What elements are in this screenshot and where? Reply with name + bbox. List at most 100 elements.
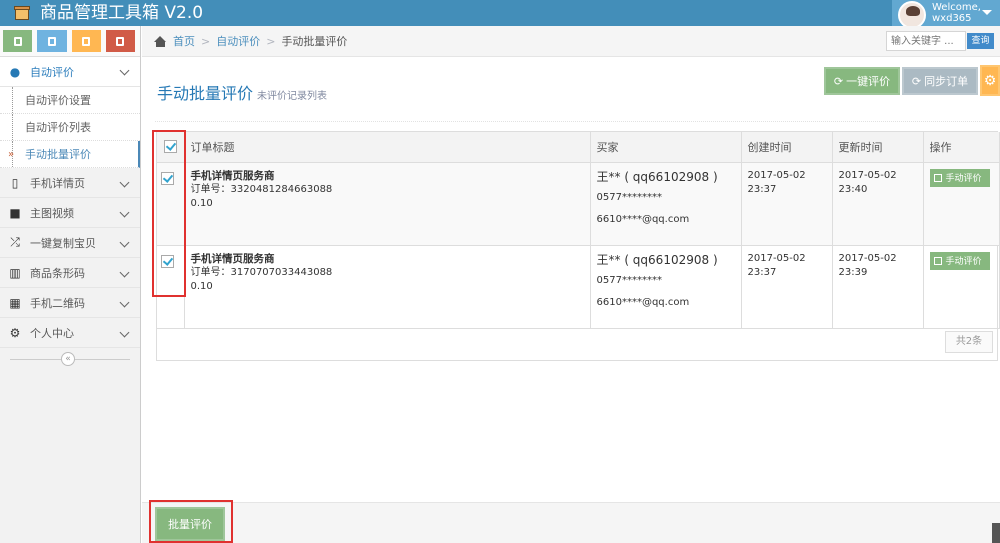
sidebar-item-auto-review[interactable]: ● 自动评价	[0, 57, 140, 87]
page-title-text: 手动批量评价	[157, 84, 254, 103]
username: wxd365	[932, 13, 972, 24]
buyer-email: 6610****@qq.com	[596, 213, 690, 225]
chevron-down-icon	[119, 207, 130, 218]
order-title-cell: 手机详情页服务商 订单号：3320481284663088 0.10	[184, 162, 591, 246]
avatar	[898, 1, 926, 29]
qrcode-icon: ▦	[9, 295, 21, 310]
buyer-name: 王** ( qq66102908 )	[596, 169, 718, 184]
sync-orders-label: 同步订单	[924, 75, 969, 88]
sidebar-subitem-review-list[interactable]: 自动评价列表	[0, 114, 140, 141]
table-row: 手机详情页服务商 订单号：3320481284663088 0.10 王** (…	[157, 162, 1000, 246]
shortcut-signal-button[interactable]	[3, 30, 33, 52]
order-title-cell: 手机详情页服务商 订单号：3170707033443088 0.10	[184, 245, 591, 329]
created-date: 2017-05-02	[747, 252, 806, 264]
footer-bar	[142, 502, 1000, 543]
column-header-title[interactable]: 订单标题	[184, 132, 591, 163]
sidebar-collapse-button[interactable]: «	[61, 352, 75, 366]
table-header-row: 订单标题 买家 创建时间 更新时间 操作	[157, 132, 1000, 163]
breadcrumb-home-link[interactable]: 首页	[173, 33, 195, 49]
sidebar-subitem-manual-batch-review[interactable]: » 手动批量评价	[0, 141, 140, 168]
chevron-down-icon	[119, 65, 130, 76]
sidebar-item-label: 主图视频	[30, 206, 74, 220]
refresh-icon: ⟳	[833, 74, 844, 88]
one-key-review-button[interactable]: ⟳ 一键评价	[824, 67, 900, 95]
chevron-down-icon	[119, 177, 130, 188]
sidebar-item-main-video[interactable]: ■ 主图视频	[0, 198, 140, 228]
total-count: 共2条	[945, 331, 993, 353]
column-header-updated[interactable]: 更新时间	[832, 132, 924, 163]
sidebar-item-label: 自动评价	[30, 65, 74, 79]
order-title: 手机详情页服务商	[190, 169, 275, 182]
sidebar-subitem-label: 自动评价设置	[25, 94, 91, 107]
app-brand[interactable]: 商品管理工具箱 V2.0	[14, 0, 203, 26]
breadcrumb-separator: >	[201, 34, 211, 48]
sidebar-item-personal-center[interactable]: ⚙ 个人中心	[0, 318, 140, 348]
chevron-down-icon	[119, 237, 130, 248]
order-no-label: 订单号：	[190, 266, 231, 278]
created-time: 23:37	[747, 183, 777, 195]
one-key-review-label: 一键评价	[846, 75, 891, 88]
breadcrumb-auto-review-link[interactable]: 自动评价	[216, 33, 260, 49]
highlight-box-checkboxes	[152, 130, 186, 297]
manual-review-label: 手动评价	[945, 174, 982, 184]
created-date: 2017-05-02	[747, 169, 806, 181]
buyer-cell: 王** ( qq66102908 ) 0577******** 6610****…	[590, 245, 742, 329]
settings-button[interactable]: ⚙	[980, 65, 1000, 96]
sidebar-submenu: 自动评价设置 自动评价列表 » 手动批量评价	[0, 87, 140, 168]
column-header-action: 操作	[923, 132, 1000, 163]
buyer-email: 6610****@qq.com	[596, 296, 690, 308]
caret-down-icon	[982, 10, 992, 15]
shuffle-icon: ⤮	[10, 235, 20, 249]
created-cell: 2017-05-02 23:37	[741, 162, 833, 246]
shortcut-pencil-button[interactable]	[37, 30, 67, 52]
mobile-icon: ▯	[11, 175, 19, 190]
sync-orders-button[interactable]: ⟳ 同步订单	[902, 67, 978, 95]
manual-review-button[interactable]: 手动评价	[929, 168, 990, 187]
breadcrumb: 首页 > 自动评价 > 手动批量评价 查询	[142, 26, 1000, 57]
updated-date: 2017-05-02	[838, 169, 897, 181]
chevron-down-icon	[119, 267, 130, 278]
shortcut-book-button[interactable]	[105, 30, 135, 52]
updated-cell: 2017-05-02 23:40	[832, 162, 924, 246]
refresh-icon: ⟳	[911, 74, 922, 88]
page-title: 手动批量评价 未评价记录列表	[157, 80, 327, 104]
chevron-down-icon	[119, 327, 130, 338]
toolbox-icon	[14, 5, 30, 21]
barcode-icon: ▥	[9, 265, 21, 280]
sidebar-subitem-label: 自动评价列表	[25, 121, 91, 134]
order-title: 手机详情页服务商	[190, 252, 275, 265]
welcome-text: Welcome,	[932, 2, 981, 13]
pencil-icon	[47, 36, 56, 46]
divider	[155, 121, 1000, 122]
sidebar-item-barcode[interactable]: ▥ 商品条形码	[0, 258, 140, 288]
sidebar-subitem-review-settings[interactable]: 自动评价设置	[0, 87, 140, 114]
book-icon	[116, 36, 125, 46]
column-header-buyer[interactable]: 买家	[590, 132, 742, 163]
sidebar-shortcuts	[0, 26, 140, 57]
sidebar-item-qrcode[interactable]: ▦ 手机二维码	[0, 288, 140, 318]
edit-icon	[933, 256, 942, 265]
scrollbar[interactable]	[992, 523, 1000, 543]
buyer-cell: 王** ( qq66102908 ) 0577******** 6610****…	[590, 162, 742, 246]
app-title: 商品管理工具箱 V2.0	[40, 3, 204, 23]
order-no-label: 订单号：	[190, 183, 231, 195]
column-header-created[interactable]: 创建时间	[741, 132, 833, 163]
updated-time: 23:40	[838, 183, 868, 195]
home-icon	[154, 35, 167, 47]
updated-time: 23:39	[838, 266, 868, 278]
sidebar-item-mobile-detail[interactable]: ▯ 手机详情页	[0, 168, 140, 198]
breadcrumb-current: 手动批量评价	[281, 35, 348, 48]
buyer-name: 王** ( qq66102908 )	[596, 252, 718, 267]
order-amount: 0.10	[190, 197, 213, 209]
sidebar-collapse: «	[0, 348, 140, 370]
user-menu[interactable]: Welcome, wxd365	[892, 0, 1000, 29]
sidebar: ● 自动评价 自动评价设置 自动评价列表 » 手动批量评价 ▯ 手机详情页 ■ …	[0, 26, 141, 543]
action-cell: 手动评价	[923, 245, 1000, 329]
shortcut-calendar-button[interactable]	[71, 30, 101, 52]
search-input[interactable]	[886, 31, 966, 51]
search-button[interactable]: 查询	[967, 33, 994, 49]
gear-icon: ⚙	[983, 72, 997, 89]
orders-table: 订单标题 买家 创建时间 更新时间 操作 手机详情页服务商 订单号：332048…	[156, 131, 1000, 361]
manual-review-button[interactable]: 手动评价	[929, 251, 990, 270]
sidebar-item-copy-item[interactable]: ⤮ 一键复制宝贝	[0, 228, 140, 258]
